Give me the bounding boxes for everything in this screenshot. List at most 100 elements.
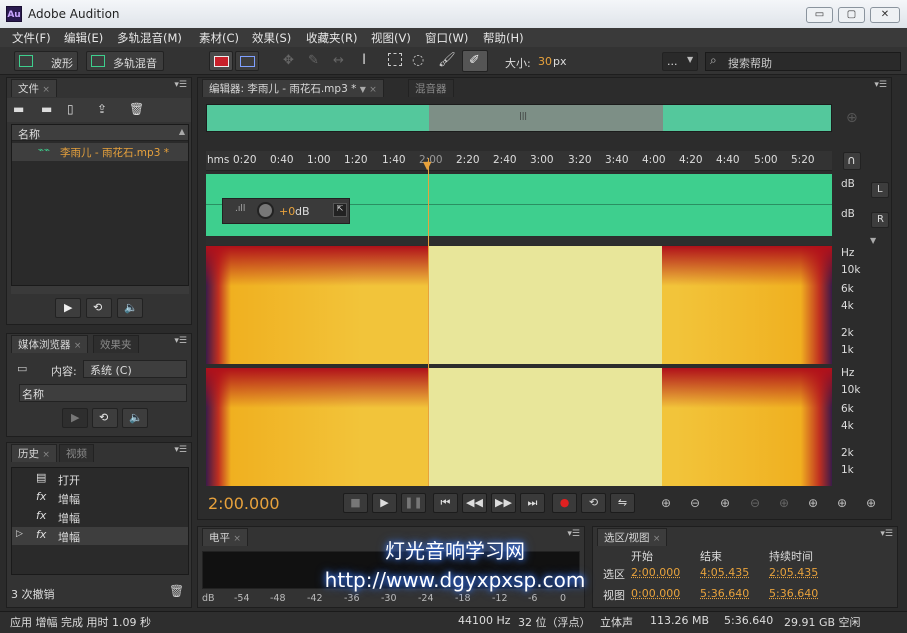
menu-window[interactable]: 窗口(W): [425, 30, 468, 46]
workspace-dropdown[interactable]: ... ▼: [662, 52, 698, 71]
preview-loop-button[interactable]: ⟲: [86, 298, 112, 318]
zoom-selection-icon[interactable]: ⊕: [837, 496, 847, 510]
zoom-fit-icon[interactable]: ⊕: [866, 496, 876, 510]
panel-menu-icon[interactable]: ▾☰: [174, 445, 187, 455]
zoom-in-amplitude-icon[interactable]: ⊕: [661, 496, 671, 510]
close-icon[interactable]: ×: [74, 341, 82, 351]
spectral-selection[interactable]: [428, 368, 662, 486]
selection-start-value[interactable]: 2:00.000: [631, 566, 680, 579]
panel-menu-icon[interactable]: ▾☰: [880, 529, 893, 539]
trash-icon[interactable]: 🗑: [169, 584, 184, 598]
list-item[interactable]: ▤ 打开: [12, 470, 188, 488]
menu-multitrack[interactable]: 多轨混音(M): [117, 30, 182, 46]
play-button[interactable]: ▶: [372, 493, 397, 513]
gain-value[interactable]: +0: [279, 205, 295, 218]
chevron-down-icon[interactable]: ▼: [870, 236, 876, 245]
panel-menu-icon[interactable]: ▾☰: [174, 336, 187, 346]
overview-visible-range[interactable]: [429, 105, 663, 131]
close-icon[interactable]: ×: [653, 534, 661, 544]
zoom-navigator-icon[interactable]: ⊕: [846, 110, 858, 126]
preview-volume-button[interactable]: 🔈: [117, 298, 143, 318]
spectral-display-left[interactable]: [206, 246, 832, 364]
brush-tool-icon[interactable]: 🖌: [438, 52, 456, 68]
media-volume-button[interactable]: 🔈: [122, 408, 148, 428]
playhead[interactable]: [428, 158, 429, 486]
column-header-name[interactable]: 名称 ▲: [12, 125, 188, 141]
open-append-icon[interactable]: ▬: [41, 102, 52, 116]
waveform-view-button[interactable]: 波形: [14, 51, 78, 71]
rewind-button[interactable]: ◀◀: [462, 493, 487, 513]
tab-editor[interactable]: 编辑器: 李雨儿 - 雨花石.mp3 * ▼ ×: [202, 79, 384, 97]
trash-icon[interactable]: 🗑: [129, 102, 144, 116]
loop-playback-button[interactable]: ⟲: [581, 493, 606, 513]
stop-button[interactable]: ■: [343, 493, 368, 513]
tab-history[interactable]: 历史 ×: [11, 444, 57, 462]
go-to-start-button[interactable]: ⏮: [433, 493, 458, 513]
marquee-tool-icon[interactable]: [388, 53, 402, 66]
tab-video[interactable]: 视频: [59, 444, 94, 462]
close-button[interactable]: ✕: [870, 7, 900, 23]
spectral-frequency-button[interactable]: [209, 51, 233, 71]
close-icon[interactable]: ×: [42, 450, 50, 460]
content-dropdown[interactable]: 系统 (C): [83, 360, 187, 378]
close-icon[interactable]: ×: [42, 85, 50, 95]
insert-multitrack-icon[interactable]: ▯: [67, 102, 74, 116]
chevron-down-icon[interactable]: ▼: [360, 85, 366, 94]
size-value[interactable]: 30: [538, 55, 552, 68]
lasso-tool-icon[interactable]: ◌: [412, 52, 424, 68]
restore-button[interactable]: ▢: [838, 7, 865, 23]
media-play-button[interactable]: ▶: [62, 408, 88, 428]
channel-l-toggle[interactable]: L: [871, 182, 889, 198]
menu-clip[interactable]: 素材(C): [199, 30, 239, 46]
menu-file[interactable]: 文件(F): [12, 30, 51, 46]
zoom-out-full-icon[interactable]: ⊕: [779, 496, 789, 510]
spectral-pitch-button[interactable]: [235, 51, 259, 71]
panel-menu-icon[interactable]: ▾☰: [874, 80, 887, 90]
panel-menu-icon[interactable]: ▾☰: [174, 80, 187, 90]
gain-knob[interactable]: [257, 202, 274, 219]
tab-media-browser[interactable]: 媒体浏览器 ×: [11, 335, 89, 353]
list-item[interactable]: fx 增幅: [12, 489, 188, 507]
time-selection-tool-icon[interactable]: I: [362, 52, 366, 68]
view-end-value[interactable]: 5:36.640: [700, 587, 749, 600]
hud-gain-control[interactable]: .ıll +0 dB ⇱: [222, 198, 350, 224]
skip-selection-button[interactable]: ⇋: [610, 493, 635, 513]
selection-end-value[interactable]: 4:05.435: [700, 566, 749, 579]
fast-forward-button[interactable]: ▶▶: [491, 493, 516, 513]
selection-duration-value[interactable]: 2:05.435: [769, 566, 818, 579]
multitrack-view-button[interactable]: 多轨混音: [86, 51, 164, 71]
razor-tool-icon[interactable]: ✎: [308, 53, 319, 68]
slip-tool-icon[interactable]: ↔: [333, 53, 344, 68]
menu-help[interactable]: 帮助(H): [483, 30, 524, 46]
panel-divider[interactable]: [206, 237, 832, 245]
menu-view[interactable]: 视图(V): [371, 30, 411, 46]
pin-icon[interactable]: ⇱: [333, 203, 347, 217]
import-icon[interactable]: ⇪: [97, 102, 107, 116]
zoom-in-point-icon[interactable]: ⊕: [808, 496, 818, 510]
menu-edit[interactable]: 编辑(E): [64, 30, 103, 46]
view-duration-value[interactable]: 5:36.640: [769, 587, 818, 600]
zoom-in-time-icon[interactable]: ⊕: [720, 496, 730, 510]
scroll-handle-icon[interactable]: |||: [519, 111, 527, 120]
go-to-end-button[interactable]: ⏭: [520, 493, 545, 513]
preview-play-button[interactable]: ▶: [55, 298, 81, 318]
record-button[interactable]: ●: [552, 493, 577, 513]
view-start-value[interactable]: 0:00.000: [631, 587, 680, 600]
overview-bar[interactable]: |||: [206, 104, 832, 132]
search-help-input[interactable]: ⌕ 搜索帮助: [705, 52, 901, 71]
open-folder-icon[interactable]: ▬: [13, 102, 24, 116]
snap-toggle-button[interactable]: ∩: [843, 152, 861, 170]
spectral-display-right[interactable]: [206, 368, 832, 486]
menu-favorites[interactable]: 收藏夹(R): [306, 30, 357, 46]
tab-effects-favorites[interactable]: 效果夹: [93, 335, 139, 353]
playhead-marker-icon[interactable]: ▼: [423, 159, 431, 172]
files-scrollbar[interactable]: [11, 286, 189, 294]
tab-mixer[interactable]: 混音器: [408, 79, 454, 97]
list-item[interactable]: fx 增幅: [12, 508, 188, 526]
close-icon[interactable]: ×: [233, 534, 241, 544]
list-item[interactable]: ⌁⌁ 李雨儿 - 雨花石.mp3 *: [12, 143, 188, 161]
spectral-selection[interactable]: [428, 246, 662, 364]
media-loop-button[interactable]: ⟲: [92, 408, 118, 428]
spot-healing-tool-button[interactable]: ✐: [462, 50, 488, 72]
move-tool-icon[interactable]: ✥: [283, 53, 294, 68]
